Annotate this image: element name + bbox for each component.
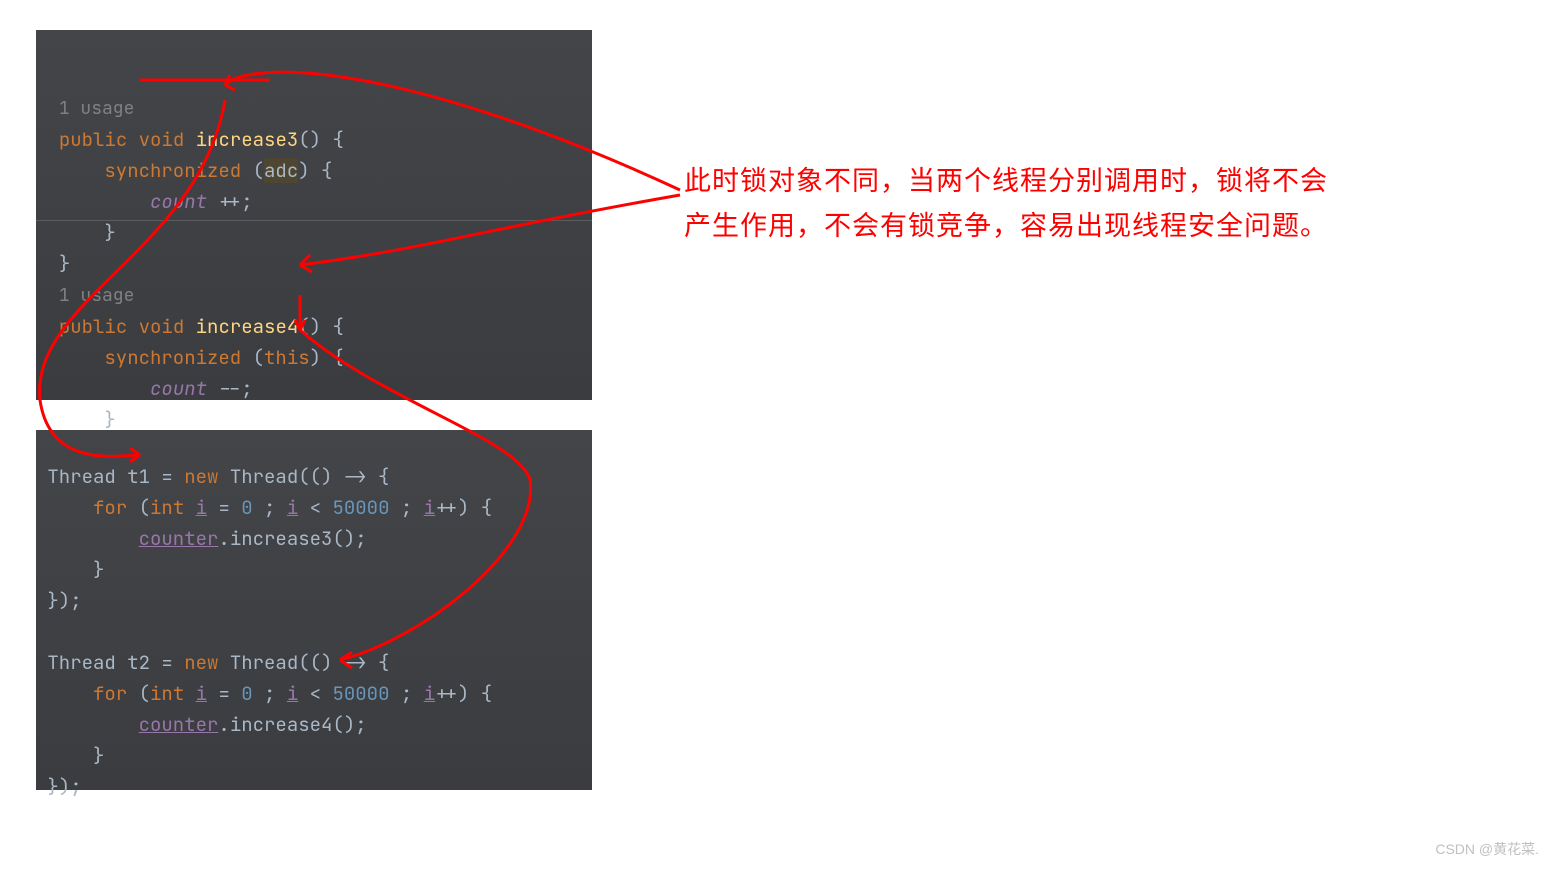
field: count — [150, 376, 207, 401]
code-text: ( — [139, 681, 150, 706]
code-text: ; — [389, 495, 423, 520]
keyword: int — [150, 681, 196, 706]
code-text: ; — [253, 495, 287, 520]
variable: i — [196, 681, 207, 706]
watermark: CSDN @黄花菜. — [1435, 839, 1539, 859]
variable: i — [424, 681, 435, 706]
keyword: public — [59, 127, 139, 152]
code-text: ) { — [310, 345, 344, 370]
code-text: ++) { — [435, 681, 492, 706]
code-text — [47, 495, 93, 520]
code-text: ( — [139, 495, 150, 520]
usage-hint-2: 1 usage — [59, 284, 135, 307]
code-text: Thread(() -> { — [230, 464, 390, 489]
code-text: ; — [253, 681, 287, 706]
code-text: Thread t1 = — [47, 464, 184, 489]
number: 0 — [241, 495, 252, 520]
field: count — [150, 189, 207, 214]
keyword: synchronized — [104, 158, 252, 183]
variable: i — [287, 681, 298, 706]
keyword: new — [184, 464, 230, 489]
code-block-1: 1 usage public void increase3() { synchr… — [36, 30, 592, 400]
variable: counter — [139, 712, 219, 737]
usage-hint-1: 1 usage — [59, 97, 135, 120]
method-name: increase4 — [196, 314, 299, 339]
code-text: } — [47, 743, 104, 768]
variable: counter — [139, 526, 219, 551]
code-text: < — [298, 495, 332, 520]
code-text: ( — [253, 158, 264, 183]
annotation-line-1: 此时锁对象不同，当两个线程分别调用时，锁将不会 — [684, 159, 1328, 204]
number: 50000 — [332, 495, 389, 520]
code-text: } — [59, 407, 116, 432]
variable: i — [287, 495, 298, 520]
code-text: ; — [389, 681, 423, 706]
variable-highlighted: adc — [264, 158, 298, 183]
code-text: } — [59, 251, 70, 276]
keyword: for — [93, 681, 139, 706]
keyword: int — [150, 495, 196, 520]
number: 0 — [241, 681, 252, 706]
code-text: .increase3(); — [218, 526, 366, 551]
code-text: < — [298, 681, 332, 706]
code-text — [47, 681, 93, 706]
keyword-this: this — [264, 345, 310, 370]
variable: i — [424, 495, 435, 520]
keyword: void — [139, 314, 196, 339]
code-text: ++) { — [435, 495, 492, 520]
code-text — [47, 526, 138, 551]
code-block-2: Thread t1 = new Thread(() -> { for (int … — [36, 430, 592, 790]
keyword: new — [184, 650, 230, 675]
code-text: = — [207, 681, 241, 706]
code-text: ( — [253, 345, 264, 370]
code-text: () { — [298, 314, 344, 339]
variable: i — [196, 495, 207, 520]
annotation-line-2: 产生作用，不会有锁竞争，容易出现线程安全问题。 — [684, 204, 1328, 249]
number: 50000 — [332, 681, 389, 706]
code-text: Thread(() -> { — [230, 650, 390, 675]
code-text: }); — [47, 774, 81, 799]
code-text: Thread t2 = — [47, 650, 184, 675]
code-text: () { — [298, 127, 344, 152]
keyword: synchronized — [104, 345, 252, 370]
code-text: } — [59, 220, 116, 245]
code-text — [47, 712, 138, 737]
keyword: for — [93, 495, 139, 520]
code-text: ) { — [298, 158, 332, 183]
separator — [36, 220, 592, 221]
method-name: increase3 — [196, 127, 299, 152]
code-text: = — [207, 495, 241, 520]
code-text: ++; — [207, 189, 253, 214]
annotation-text: 此时锁对象不同，当两个线程分别调用时，锁将不会 产生作用，不会有锁竞争，容易出现… — [684, 159, 1328, 249]
code-text: }); — [47, 588, 81, 613]
keyword: void — [139, 127, 196, 152]
code-text: --; — [207, 376, 253, 401]
code-text: } — [47, 557, 104, 582]
code-text: .increase4(); — [218, 712, 366, 737]
keyword: public — [59, 314, 139, 339]
